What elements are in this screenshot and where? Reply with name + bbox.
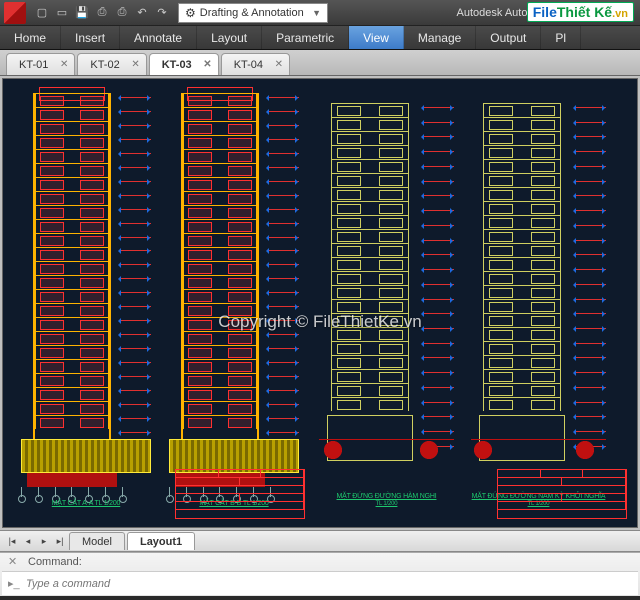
- close-icon[interactable]: ✕: [203, 59, 211, 70]
- close-icon[interactable]: ✕: [275, 59, 283, 70]
- layout-tab-layout1[interactable]: Layout1: [127, 532, 195, 550]
- close-icon[interactable]: ✕: [60, 59, 68, 70]
- file-tabs: KT-01✕ KT-02✕ KT-03✕ KT-04✕: [0, 50, 640, 76]
- qat-open-icon[interactable]: ▭: [53, 4, 71, 22]
- building-section: [33, 93, 111, 439]
- tab-nav-first-icon[interactable]: |◂: [4, 533, 20, 549]
- ribbon-tab-home[interactable]: Home: [0, 26, 61, 49]
- tab-nav-next-icon[interactable]: ▸: [36, 533, 52, 549]
- ribbon-tab-insert[interactable]: Insert: [61, 26, 120, 49]
- ribbon-tab-output[interactable]: Output: [476, 26, 541, 49]
- view-caption: MẶT CẮT A-A TL 1/200: [21, 500, 151, 507]
- tab-nav-last-icon[interactable]: ▸|: [52, 533, 68, 549]
- qat-undo-icon[interactable]: ↶: [133, 4, 151, 22]
- ground-line: [319, 439, 454, 473]
- command-history: ✕ Command:: [0, 553, 640, 571]
- command-panel: ✕ Command: ▸_: [0, 552, 640, 596]
- close-icon[interactable]: ✕: [131, 59, 139, 70]
- file-tab-kt03[interactable]: KT-03✕: [149, 53, 219, 75]
- chevron-down-icon: ▼: [312, 8, 321, 18]
- foundation: [27, 473, 117, 487]
- command-input[interactable]: [26, 578, 632, 590]
- qat-save-icon[interactable]: 💾: [73, 4, 91, 22]
- dimension-stack: [121, 97, 151, 447]
- ribbon-tab-layout[interactable]: Layout: [197, 26, 262, 49]
- ribbon-tab-parametric[interactable]: Parametric: [262, 26, 349, 49]
- qat-plot-icon[interactable]: ⎙: [113, 4, 131, 22]
- dimension-stack: [424, 107, 454, 447]
- view-section-a: MẶT CẮT A-A TL 1/200: [21, 87, 151, 507]
- workspace-dropdown[interactable]: ⚙ Drafting & Annotation ▼: [178, 3, 328, 23]
- dimension-stack: [269, 97, 299, 447]
- file-tab-kt04[interactable]: KT-04✕: [221, 53, 290, 75]
- view-section-b: MẶT CẮT B-B TL 1/200: [169, 87, 299, 507]
- app-logo-icon[interactable]: [4, 2, 26, 24]
- building-elevation: [483, 103, 561, 439]
- file-tab-kt02[interactable]: KT-02✕: [77, 53, 146, 75]
- layout-tab-model[interactable]: Model: [69, 532, 125, 550]
- ground-hatch: [169, 439, 299, 473]
- qat-redo-icon[interactable]: ↷: [153, 4, 171, 22]
- close-icon[interactable]: ✕: [8, 555, 22, 569]
- ribbon-tabs: Home Insert Annotate Layout Parametric V…: [0, 26, 640, 50]
- qat-saveas-icon[interactable]: ⎙: [93, 4, 111, 22]
- drawing-canvas[interactable]: MẶT CẮT A-A TL 1/200 MẶT CẮT B-B TL 1/20…: [0, 76, 640, 530]
- layout-tabs: |◂ ◂ ▸ ▸| Model Layout1: [0, 530, 640, 552]
- title-block: [175, 469, 305, 519]
- view-caption: MẶT ĐỨNG ĐƯỜNG HÀM NGHITL 1/200: [319, 493, 454, 507]
- building-section: [181, 93, 259, 439]
- qat-new-icon[interactable]: ▢: [33, 4, 51, 22]
- file-tab-kt01[interactable]: KT-01✕: [6, 53, 75, 75]
- view-elevation-1: MẶT ĐỨNG ĐƯỜNG HÀM NGHITL 1/200: [319, 97, 454, 507]
- ground-line: [471, 439, 606, 473]
- command-input-row: ▸_: [2, 571, 638, 595]
- tab-nav-prev-icon[interactable]: ◂: [20, 533, 36, 549]
- command-label: Command:: [28, 556, 82, 568]
- view-elevation-2: MẶT ĐỨNG ĐƯỜNG NAM KỲ KHỞI NGHĨATL 1/200: [471, 97, 606, 507]
- title-block: [497, 469, 627, 519]
- gear-icon: ⚙: [185, 6, 196, 20]
- ground-hatch: [21, 439, 151, 473]
- ribbon-tab-annotate[interactable]: Annotate: [120, 26, 197, 49]
- ribbon-tab-plugins[interactable]: Pl: [541, 26, 581, 49]
- workspace-label: Drafting & Annotation: [200, 7, 304, 19]
- ribbon-tab-view[interactable]: View: [349, 26, 404, 49]
- watermark-brand: FileThiết Kế.vn: [527, 2, 634, 22]
- paper-space[interactable]: MẶT CẮT A-A TL 1/200 MẶT CẮT B-B TL 1/20…: [2, 78, 638, 528]
- grid-bubbles: [21, 487, 123, 501]
- ribbon-tab-manage[interactable]: Manage: [404, 26, 476, 49]
- building-elevation: [331, 103, 409, 439]
- prompt-icon: ▸_: [8, 577, 26, 590]
- dimension-stack: [576, 107, 606, 447]
